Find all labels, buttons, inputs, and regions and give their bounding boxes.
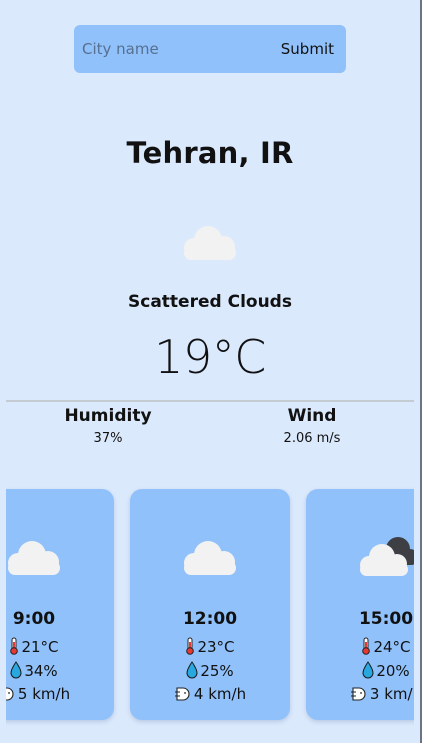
forecast-humidity-value: 20%	[376, 662, 410, 680]
thermometer-icon	[10, 637, 19, 655]
cloud-icon	[184, 226, 236, 260]
droplet-icon	[362, 661, 374, 679]
forecast-temp-value: 21°C	[21, 638, 59, 656]
current-temperature: 19°C	[154, 330, 266, 384]
humidity-label: Humidity	[64, 406, 152, 426]
forecast-carousel[interactable]: 9:00 21°C 34% 5 km/h 12:00 23°C 25% 4 km…	[6, 486, 414, 726]
cloud-icon	[8, 541, 60, 575]
forecast-temperature: 21°C	[6, 637, 114, 656]
forecast-time: 9:00	[12, 609, 56, 629]
forecast-humidity-value: 25%	[200, 662, 234, 680]
forecast-card[interactable]: 15:00 24°C 20% 3 km/h	[306, 489, 414, 720]
forecast-humidity: 34%	[6, 661, 114, 680]
thermometer-icon	[362, 637, 371, 655]
cloud-icon	[184, 541, 236, 575]
droplet-icon	[10, 661, 22, 679]
forecast-temperature: 23°C	[130, 637, 290, 656]
submit-button[interactable]: Submit	[281, 40, 334, 58]
wind-label: Wind	[287, 406, 337, 426]
forecast-card[interactable]: 12:00 23°C 25% 4 km/h	[130, 489, 290, 720]
weather-condition: Scattered Clouds	[128, 292, 292, 312]
forecast-wind: 5 km/h	[6, 685, 114, 703]
forecast-card[interactable]: 9:00 21°C 34% 5 km/h	[6, 489, 114, 720]
broken-clouds-icon	[360, 537, 414, 576]
city-name-input[interactable]	[82, 40, 281, 58]
forecast-wind: 4 km/h	[130, 685, 290, 703]
forecast-temp-value: 23°C	[197, 638, 235, 656]
humidity-stat: Humidity 37%	[28, 404, 188, 450]
humidity-value: 37%	[93, 431, 123, 446]
forecast-time: 15:00	[358, 609, 414, 629]
forecast-temp-value: 24°C	[373, 638, 411, 656]
search-form: Submit	[74, 25, 346, 73]
forecast-humidity: 25%	[130, 661, 290, 680]
forecast-humidity-value: 34%	[24, 662, 58, 680]
forecast-time: 12:00	[182, 609, 238, 629]
wind-face-icon	[6, 687, 14, 701]
forecast-wind-value: 5 km/h	[17, 685, 71, 703]
city-title: Tehran, IR	[126, 136, 294, 170]
forecast-wind-value: 4 km/h	[193, 685, 247, 703]
thermometer-icon	[186, 637, 195, 655]
forecast-temperature: 24°C	[306, 637, 414, 656]
droplet-icon	[186, 661, 198, 679]
wind-stat: Wind 2.06 m/s	[232, 404, 392, 450]
forecast-wind: 3 km/h	[306, 685, 414, 703]
forecast-humidity: 20%	[306, 661, 414, 680]
wind-face-icon	[174, 687, 190, 701]
divider	[6, 400, 414, 402]
wind-face-icon	[350, 687, 366, 701]
wind-value: 2.06 m/s	[283, 431, 341, 446]
forecast-wind-value: 3 km/h	[369, 685, 414, 703]
